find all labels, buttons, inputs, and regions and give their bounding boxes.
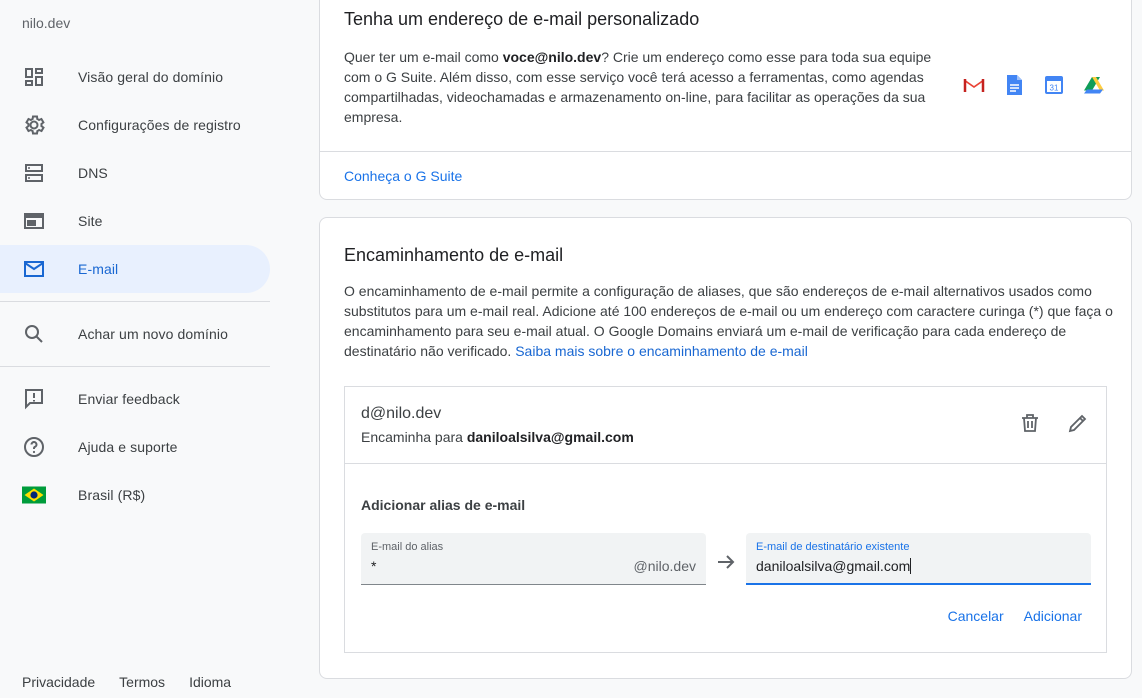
sidebar-item-label: E-mail (78, 261, 119, 277)
alias-domain-suffix: @nilo.dev (633, 558, 696, 574)
alias-address: d@nilo.dev (361, 405, 442, 422)
forward-target: Encaminha para daniloalsilva@gmail.com (361, 429, 634, 445)
privacy-link[interactable]: Privacidade (22, 674, 95, 690)
delete-button[interactable] (1018, 411, 1042, 435)
terms-link[interactable]: Termos (119, 674, 165, 690)
gsuite-desc-example: voce@nilo.dev (502, 49, 602, 65)
forwarding-box: d@nilo.dev Encaminha para daniloalsilva@… (344, 386, 1107, 653)
sidebar-item-help[interactable]: Ajuda e suporte (0, 423, 270, 471)
sidebar: nilo.dev Visão geral do domínio Configur… (0, 0, 300, 698)
sidebar-item-label: Site (78, 213, 103, 229)
sidebar-item-label: Brasil (R$) (78, 487, 146, 503)
footer-links: Privacidade Termos Idioma (22, 674, 255, 690)
trash-icon (1022, 414, 1038, 432)
gear-icon (0, 113, 78, 137)
edit-button[interactable] (1066, 411, 1090, 435)
alias-row: d@nilo.dev Encaminha para daniloalsilva@… (345, 387, 1106, 464)
alias-input-label: E-mail do alias (371, 541, 444, 553)
docs-icon (1002, 73, 1026, 97)
help-icon (0, 435, 78, 459)
drive-icon (1082, 73, 1106, 97)
sidebar-item-overview[interactable]: Visão geral do domínio (0, 53, 270, 101)
sidebar-item-label: Visão geral do domínio (78, 69, 224, 85)
dashboard-icon (0, 65, 78, 89)
forwarding-description: O encaminhamento de e-mail permite a con… (344, 281, 1114, 361)
add-button[interactable]: Adicionar (1024, 608, 1082, 624)
gsuite-link[interactable]: Conheça o G Suite (344, 168, 462, 184)
sidebar-item-find-domain[interactable]: Achar um novo domínio (0, 310, 270, 358)
email-forwarding-card: Encaminhamento de e-mail O encaminhament… (319, 217, 1132, 679)
sidebar-item-currency[interactable]: Brasil (R$) (0, 471, 270, 519)
sidebar-item-feedback[interactable]: Enviar feedback (0, 375, 270, 423)
website-icon (0, 209, 78, 233)
recipient-input-label: E-mail de destinatário existente (756, 541, 910, 553)
recipient-input-value: daniloalsilva@gmail.com (756, 558, 911, 574)
alias-input[interactable]: E-mail do alias * @nilo.dev (361, 533, 706, 585)
sidebar-item-site[interactable]: Site (0, 197, 270, 245)
sidebar-nav: Visão geral do domínio Configurações de … (0, 53, 270, 519)
add-alias-title: Adicionar alias de e-mail (361, 497, 526, 513)
forward-target-email: daniloalsilva@gmail.com (466, 429, 634, 445)
divider (0, 366, 270, 367)
sidebar-item-registration-settings[interactable]: Configurações de registro (0, 101, 270, 149)
alias-input-value: * (371, 558, 377, 574)
form-actions: Cancelar Adicionar (948, 608, 1082, 624)
feedback-icon (0, 387, 78, 411)
dns-icon (0, 161, 78, 185)
gsuite-description: Quer ter um e-mail como voce@nilo.dev? C… (344, 47, 944, 127)
sidebar-item-dns[interactable]: DNS (0, 149, 270, 197)
arrow-right-icon (714, 550, 738, 574)
forwarding-title: Encaminhamento de e-mail (344, 245, 564, 265)
gsuite-apps: 31 (962, 73, 1106, 97)
cancel-button[interactable]: Cancelar (948, 608, 1004, 624)
divider (0, 301, 270, 302)
gsuite-title: Tenha um endereço de e-mail personalizad… (344, 9, 700, 29)
search-icon (0, 322, 78, 346)
divider (320, 151, 1131, 152)
forward-prefix: Encaminha para (361, 429, 467, 445)
calendar-icon: 31 (1042, 73, 1066, 97)
sidebar-item-label: Achar um novo domínio (78, 326, 228, 342)
brazil-flag-icon (0, 483, 78, 507)
gsuite-desc-prefix: Quer ter um e-mail como (344, 49, 503, 65)
site-name: nilo.dev (22, 15, 71, 31)
learn-more-link[interactable]: Saiba mais sobre o encaminhamento de e-m… (515, 343, 808, 359)
gsuite-card: Tenha um endereço de e-mail personalizad… (319, 0, 1132, 200)
language-link[interactable]: Idioma (189, 674, 231, 690)
mail-icon (0, 257, 78, 281)
sidebar-item-label: DNS (78, 165, 108, 181)
pencil-icon (1068, 414, 1087, 433)
sidebar-item-label: Configurações de registro (78, 117, 241, 133)
sidebar-item-label: Ajuda e suporte (78, 439, 178, 455)
sidebar-item-label: Enviar feedback (78, 391, 180, 407)
sidebar-item-email[interactable]: E-mail (0, 245, 270, 293)
recipient-email-input[interactable]: E-mail de destinatário existente daniloa… (746, 533, 1091, 585)
calendar-day: 31 (1050, 84, 1059, 93)
gmail-icon (962, 73, 986, 97)
